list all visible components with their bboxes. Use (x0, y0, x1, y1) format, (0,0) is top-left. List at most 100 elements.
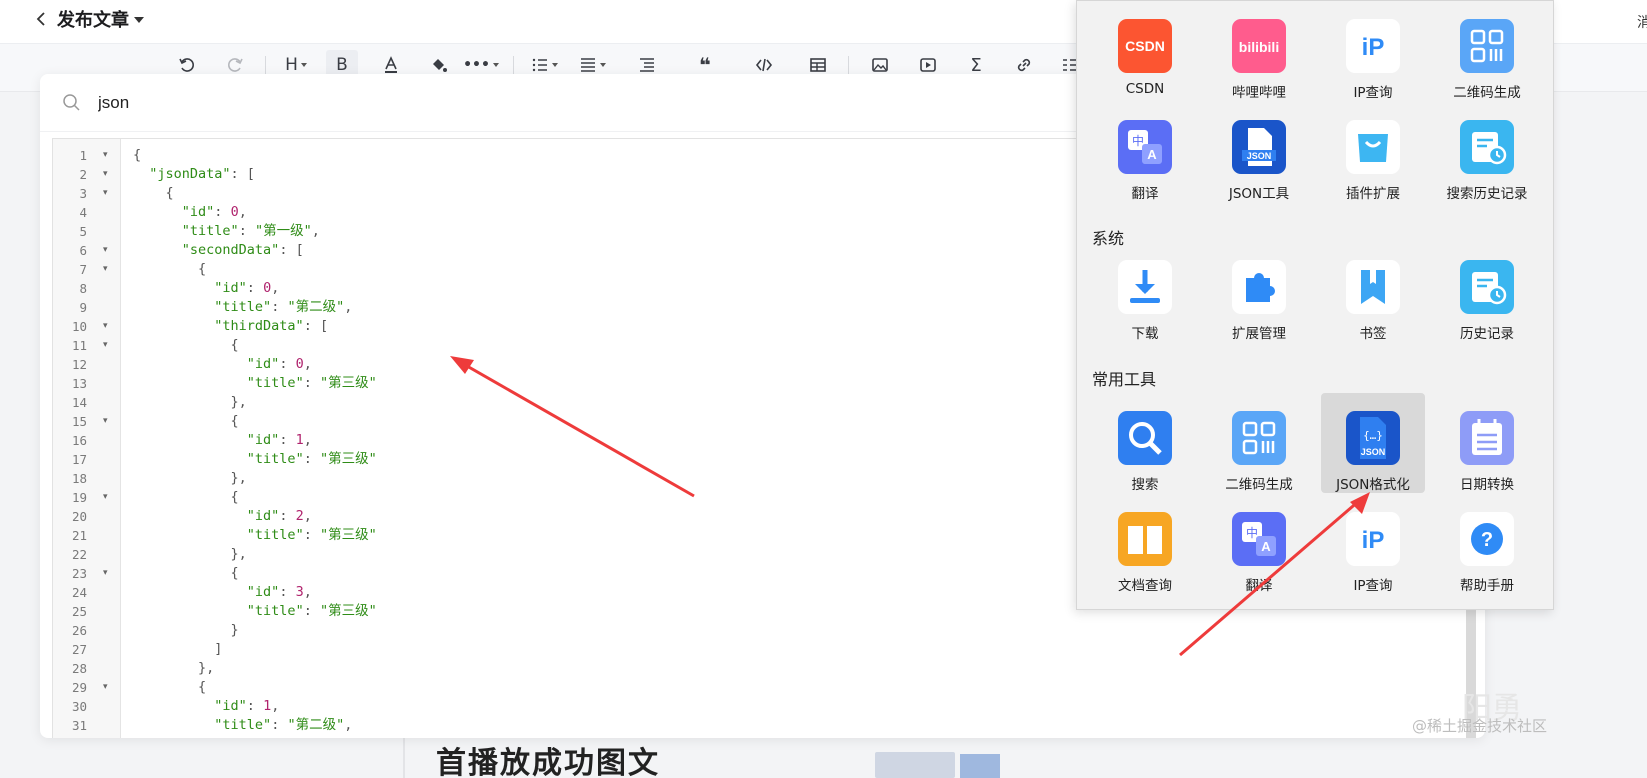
tool-tile[interactable]: 日期转换 (1435, 393, 1539, 493)
svg-text:中: 中 (1246, 525, 1258, 540)
fold-toggle-icon[interactable]: ▾ (103, 184, 108, 203)
line-number: 21 (71, 528, 87, 543)
line-number: 23 (71, 566, 87, 581)
tools-popup-panel: CSDN CSDN bilibili 哔哩哔哩 iP IP查询 二维码生成中 A 翻译 JSON J… (1076, 0, 1554, 610)
tool-tile[interactable]: 二维码生成 (1435, 1, 1539, 101)
fold-toggle-icon[interactable]: ▾ (103, 412, 108, 431)
tool-tile[interactable]: 下载 (1093, 242, 1197, 342)
search-icon (63, 94, 80, 111)
fold-toggle-icon[interactable]: ▾ (103, 564, 108, 583)
tool-tile[interactable]: {…} JSON JSON格式化 (1321, 393, 1425, 493)
fold-toggle-icon[interactable]: ▾ (103, 241, 108, 260)
svg-text:JSON: JSON (1361, 447, 1386, 457)
line-number: 31 (71, 718, 87, 733)
tool-tile[interactable]: 中 A 翻译 (1207, 494, 1311, 594)
line-number: 17 (71, 452, 87, 467)
translate-icon: 中A (1232, 512, 1286, 566)
calendar-icon (1460, 411, 1514, 465)
line-number: 9 (79, 300, 87, 315)
tool-tile-label: 文档查询 (1118, 578, 1172, 594)
svg-text:A: A (1261, 539, 1271, 554)
tool-tile[interactable]: 二维码生成 (1207, 393, 1311, 493)
line-number: 3 (79, 186, 87, 201)
code-line: "id": 0, (246, 356, 312, 372)
qrcode-icon (1232, 411, 1286, 465)
search-icon (1118, 411, 1172, 465)
fold-toggle-icon[interactable]: ▾ (103, 488, 108, 507)
line-number: 19 (71, 490, 87, 505)
code-line: { (198, 679, 207, 695)
toolbar-divider (513, 56, 514, 76)
code-line: { (230, 337, 239, 353)
tool-tile-label: 哔哩哔哩 (1232, 85, 1286, 101)
tool-tile[interactable]: ? 帮助手册 (1435, 494, 1539, 594)
fold-toggle-icon[interactable]: ▾ (103, 336, 108, 355)
translate-icon: 中A (1118, 120, 1172, 174)
svg-text:CSDN: CSDN (1125, 38, 1165, 54)
tool-tile[interactable]: 扩展管理 (1207, 242, 1311, 342)
tool-tile[interactable]: 搜索历史记录 (1435, 102, 1539, 202)
json-file-icon: JSON (1232, 120, 1286, 174)
tool-tile[interactable]: JSON JSON工具 (1207, 102, 1311, 202)
clipped-header-text: 消 (1637, 15, 1647, 31)
tool-tile[interactable]: 书签 (1321, 242, 1425, 342)
bilibili-icon: bilibili (1232, 19, 1286, 73)
line-number-gutter: 1 ▾ 2 ▾ 3 ▾ 4 5 6 ▾ 7 ▾ 8 9 10 ▾ 11 ▾ 12 13 14 15 ▾ 16 17 18 19 ▾ 20… (53, 139, 121, 738)
line-number: 10 (71, 319, 87, 334)
tool-tile-label: 翻译 (1131, 186, 1159, 202)
code-line: "thirdData": [ (214, 318, 329, 334)
line-number: 7 (79, 262, 87, 277)
code-line: "id": 3, (246, 584, 312, 600)
svg-text:中: 中 (1132, 133, 1144, 148)
clipped-article-heading: 首播放成功图文 (436, 746, 660, 778)
line-number: 30 (71, 699, 87, 714)
code-line: "title": "第三级" (246, 603, 377, 619)
fold-toggle-icon[interactable]: ▾ (103, 146, 108, 165)
line-number: 15 (71, 414, 87, 429)
chevron-left-icon[interactable] (34, 10, 52, 32)
line-number: 13 (71, 376, 87, 391)
tool-tile[interactable]: iP IP查询 (1321, 1, 1425, 101)
line-number: 25 (71, 604, 87, 619)
toolbar-divider (848, 56, 849, 76)
tool-tile[interactable]: 文档查询 (1093, 494, 1197, 594)
line-number: 16 (71, 433, 87, 448)
line-number: 2 (79, 167, 87, 182)
code-line: }, (198, 660, 215, 676)
tool-tile-label: 搜索历史记录 (1446, 186, 1528, 202)
fold-toggle-icon[interactable]: ▾ (103, 165, 108, 184)
tool-tile[interactable]: iP IP查询 (1321, 494, 1425, 594)
json-format-icon: {…} JSON (1346, 411, 1400, 465)
line-number: 22 (71, 547, 87, 562)
line-number: 5 (79, 224, 87, 239)
fold-toggle-icon[interactable]: ▾ (103, 678, 108, 697)
line-number: 8 (79, 281, 87, 296)
line-number: 18 (71, 471, 87, 486)
tool-tile[interactable]: 搜索 (1093, 393, 1197, 493)
tool-tile[interactable]: 插件扩展 (1321, 102, 1425, 202)
code-line: { (165, 185, 174, 201)
line-number: 29 (71, 680, 87, 695)
search-input[interactable] (98, 88, 698, 118)
svg-text:JSON: JSON (1247, 151, 1272, 161)
svg-text:iP: iP (1362, 527, 1385, 554)
line-number: 14 (71, 395, 87, 410)
tool-tile[interactable]: 历史记录 (1435, 242, 1539, 342)
shopping-bag-icon (1346, 120, 1400, 174)
bookmark-icon (1346, 260, 1400, 314)
tool-tile-label: 二维码生成 (1225, 477, 1293, 493)
code-line: { (133, 147, 142, 163)
chevron-down-icon[interactable] (134, 17, 144, 23)
code-line: ] (214, 641, 223, 657)
code-line: }, (230, 394, 247, 410)
page-title[interactable]: 发布文章 (57, 9, 129, 33)
tool-tile[interactable]: bilibili 哔哩哔哩 (1207, 1, 1311, 101)
fold-toggle-icon[interactable]: ▾ (103, 260, 108, 279)
tool-tile[interactable]: 中 A 翻译 (1093, 102, 1197, 202)
help-icon: ? (1460, 512, 1514, 566)
fold-toggle-icon[interactable]: ▾ (103, 317, 108, 336)
svg-text:iP: iP (1362, 34, 1385, 61)
tool-tile-label: 插件扩展 (1346, 186, 1400, 202)
code-line: "id": 1, (214, 698, 280, 714)
tool-tile[interactable]: CSDN CSDN (1093, 1, 1197, 101)
